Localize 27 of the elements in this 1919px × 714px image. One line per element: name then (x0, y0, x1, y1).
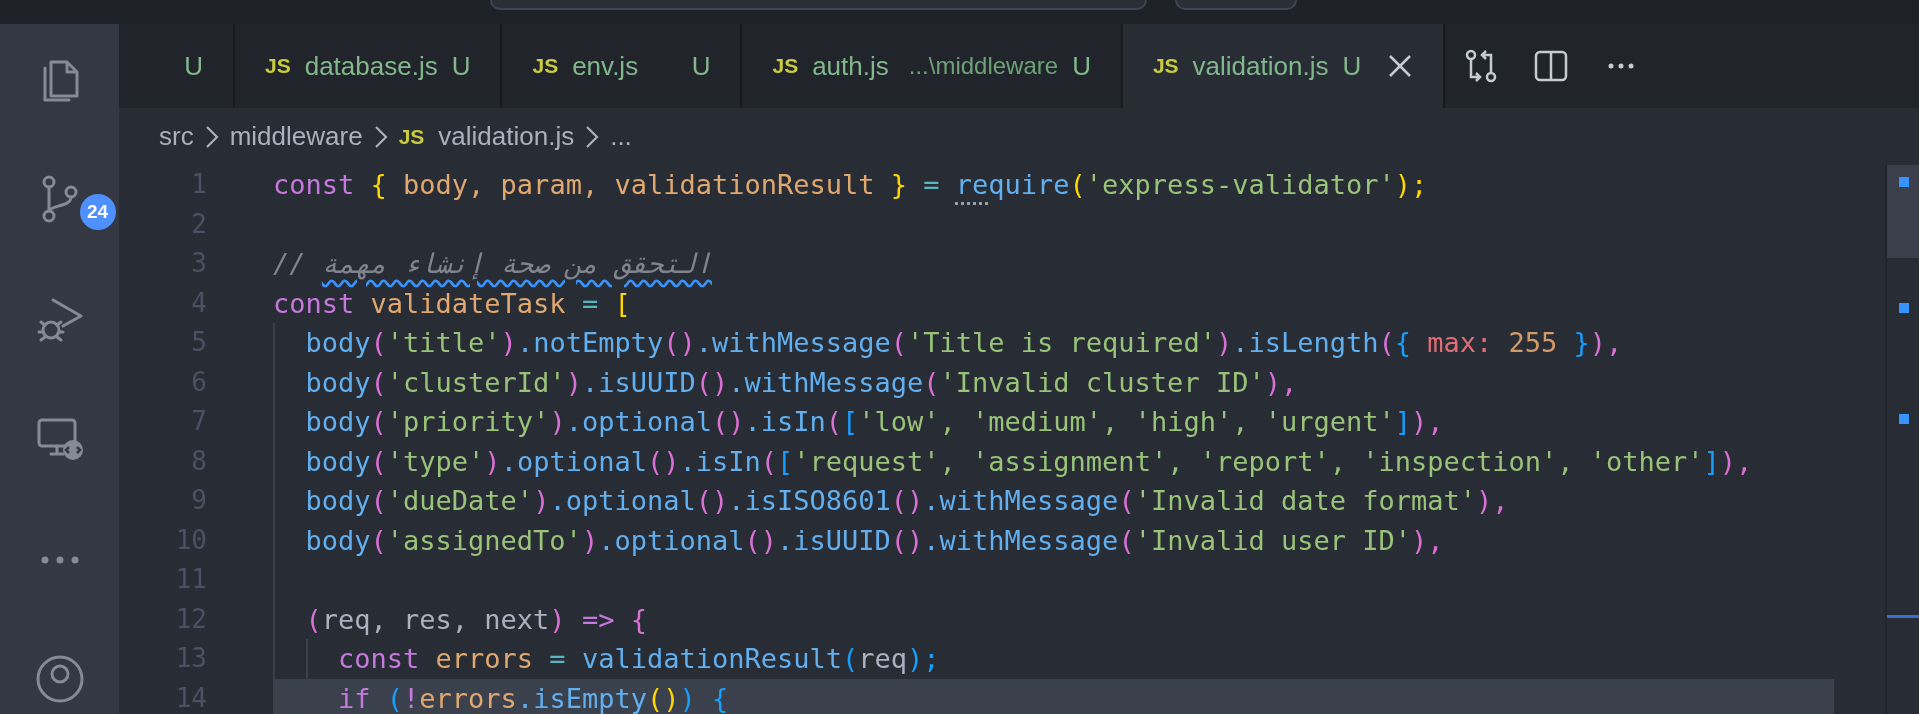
code-line: body('dueDate').optional().isISO8601().withMessage('Invalid date format'), (304, 484, 1510, 518)
code-line: const validateTask = [ (273, 286, 632, 321)
code-line: (req, res, next) => { (304, 602, 648, 637)
ruler-mark (1899, 177, 1909, 187)
code-line: body('assignedTo').optional().isUUID().withMessage('Invalid user ID'), (304, 523, 1445, 558)
editor-tab[interactable]: JS validation.js U (1122, 24, 1446, 108)
code-line: body('priority').optional().isIn(['low', 'medium', 'high', 'urgent']), (304, 405, 1445, 439)
breadcrumb-item[interactable]: middleware (229, 121, 363, 152)
breadcrumb-item[interactable]: ... (610, 121, 632, 152)
close-icon[interactable] (1387, 53, 1414, 79)
cursor-marker (1887, 615, 1919, 618)
code-line: body('type').optional().isIn(['request', 'assignment', 'report', 'inspection', 'other']), (304, 444, 1754, 479)
breadcrumb-item[interactable]: src (159, 121, 194, 152)
code-line: const { body, param, validationResult } = require('express-validator'); (273, 168, 1429, 202)
command-center-field[interactable] (490, 0, 1147, 10)
source-control-icon[interactable] (40, 174, 79, 224)
split-editor-icon[interactable] (1533, 48, 1570, 84)
overview-ruler[interactable] (1885, 165, 1919, 714)
ruler-mark (1899, 303, 1909, 313)
code-line: body('clusterId').isUUID().withMessage('Invalid cluster ID'), (304, 365, 1299, 400)
changes-badge: 24 (79, 194, 116, 230)
ruler-mark (1899, 414, 1909, 424)
breadcrumb-item[interactable]: JS validation.js (398, 121, 575, 152)
code-line: body('title').notEmpty().withMessage('Title is required').isLength({ max: 255 }), (304, 326, 1624, 360)
code-line: const errors = validationResult(req); (337, 642, 941, 676)
code-line: // التحقق من صحة إنشاء مهمة (273, 247, 713, 282)
scrollbar-thumb[interactable] (1887, 165, 1919, 258)
